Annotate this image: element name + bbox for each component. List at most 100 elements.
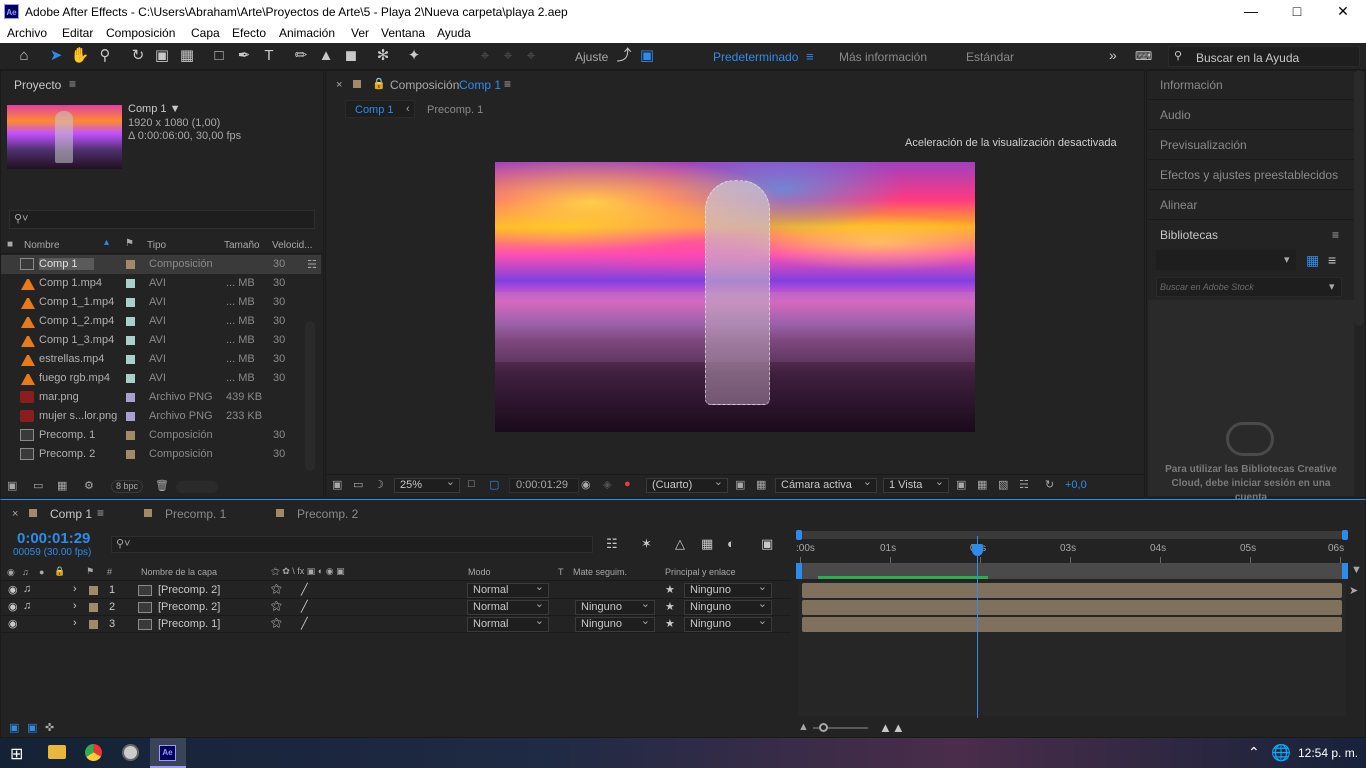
- label-column-icon[interactable]: ⚑: [86, 566, 94, 577]
- eye-icon[interactable]: ◉: [8, 583, 18, 596]
- chevron-up-icon[interactable]: ⌃: [1248, 744, 1260, 761]
- parent-pickwhip-icon[interactable]: ★: [665, 600, 675, 613]
- project-item[interactable]: Comp 1 Composición 30: [1, 255, 321, 274]
- info-panel[interactable]: Información: [1148, 70, 1354, 100]
- align-panel[interactable]: Alinear: [1148, 190, 1354, 220]
- rotate-tool-icon[interactable]: ↻: [128, 47, 148, 65]
- work-area-start[interactable]: [796, 530, 802, 540]
- blend-mode-dropdown[interactable]: Normal: [467, 598, 549, 615]
- views-dropdown[interactable]: 1 Vista: [883, 476, 949, 493]
- frame-blending-icon[interactable]: ▦: [701, 536, 713, 552]
- camera-dropdown[interactable]: Cámara activa: [775, 476, 877, 493]
- layer-label-swatch[interactable]: [89, 586, 98, 595]
- menu-archivo[interactable]: Archivo: [7, 26, 47, 40]
- label-color-swatch[interactable]: [126, 450, 135, 459]
- flowchart-icon[interactable]: ☵: [307, 258, 317, 271]
- composition-menu-icon[interactable]: ≡: [504, 77, 511, 91]
- selection-tool-icon[interactable]: ➤: [46, 47, 66, 65]
- layer-row[interactable]: ◉ ♫ › 1 [Precomp. 2] ⚝ ╱ Normal ★ Ninguno: [1, 581, 791, 599]
- project-item[interactable]: estrellas.mp4 AVI ... MB 30: [1, 350, 321, 369]
- project-item[interactable]: Precomp. 1 Composición 30: [1, 426, 321, 445]
- composition-name[interactable]: Comp 1: [459, 78, 501, 92]
- work-area-bar[interactable]: [796, 530, 1348, 540]
- project-item[interactable]: Comp 1.mp4 AVI ... MB 30: [1, 274, 321, 293]
- project-settings-icon[interactable]: ⚙: [84, 479, 94, 492]
- video-switch-icon[interactable]: ◉: [7, 567, 15, 578]
- layer-duration-bar[interactable]: [802, 600, 1342, 615]
- col-nombre[interactable]: Nombre: [24, 240, 60, 251]
- label-color-swatch[interactable]: [126, 412, 135, 421]
- zoom-out-icon[interactable]: ▲: [798, 721, 809, 733]
- sort-ascending-icon[interactable]: ▴: [104, 237, 109, 248]
- project-item[interactable]: Comp 1_2.mp4 AVI ... MB 30: [1, 312, 321, 331]
- monitor-icon[interactable]: ▭: [353, 478, 363, 491]
- local-axis-icon[interactable]: ⌖: [475, 47, 495, 65]
- hand-tool-icon[interactable]: ✋: [70, 47, 90, 65]
- project-scrollbar[interactable]: [305, 321, 315, 471]
- tab-precomp-1[interactable]: Precomp. 1: [427, 104, 483, 116]
- eye-icon[interactable]: ◉: [8, 600, 18, 613]
- home-icon[interactable]: ⌂: [14, 47, 34, 65]
- motion-blur-icon[interactable]: ◐: [727, 536, 735, 551]
- col-tipo[interactable]: Tipo: [147, 240, 166, 251]
- workspace-menu-icon[interactable]: ≡: [806, 49, 814, 64]
- composition-panel-title[interactable]: Composición: [390, 78, 459, 92]
- system-clock[interactable]: 12:54 p. m.: [1298, 746, 1358, 760]
- close-panel-icon[interactable]: ×: [336, 79, 342, 91]
- label-color-swatch[interactable]: [126, 260, 135, 269]
- label-color-swatch[interactable]: [126, 431, 135, 440]
- lock-icon[interactable]: 🔒: [372, 77, 386, 90]
- menu-editar[interactable]: Editar: [62, 26, 93, 40]
- roto-brush-tool-icon[interactable]: ✻: [373, 47, 393, 65]
- mode-header[interactable]: Modo: [468, 567, 491, 577]
- layer-duration-bar[interactable]: [802, 617, 1342, 632]
- type-tool-icon[interactable]: T: [259, 47, 279, 65]
- close-timeline-icon[interactable]: ×: [12, 508, 18, 520]
- library-select[interactable]: ▾: [1156, 250, 1296, 270]
- more-workspaces-icon[interactable]: »: [1109, 47, 1117, 63]
- maximize-button[interactable]: □: [1274, 0, 1320, 23]
- menu-ventana[interactable]: Ventana: [381, 26, 425, 40]
- composition-mini-flowchart-icon[interactable]: ☷: [606, 536, 618, 552]
- parent-header[interactable]: Principal y enlace: [665, 567, 736, 577]
- snap-features-icon[interactable]: ▣: [637, 47, 657, 65]
- show-snapshot-icon[interactable]: ◈: [603, 478, 611, 491]
- label-color-swatch[interactable]: [126, 374, 135, 383]
- region-of-interest-icon[interactable]: □: [468, 478, 475, 490]
- new-composition-icon[interactable]: ▦: [57, 479, 67, 492]
- transparency-toggle-icon[interactable]: ▦: [756, 478, 766, 491]
- layer-label-swatch[interactable]: [89, 620, 98, 629]
- effects-presets-panel[interactable]: Efectos y ajustes preestablecidos: [1148, 160, 1354, 190]
- selected-item-name[interactable]: Comp 1 ▼: [128, 103, 180, 115]
- col-tamano[interactable]: Tamaño: [224, 240, 260, 251]
- menu-ayuda[interactable]: Ayuda: [437, 26, 471, 40]
- snapshot-icon[interactable]: ◉: [581, 478, 591, 491]
- layer-row[interactable]: ◉ ♫ › 2 [Precomp. 2] ⚝ ╱ Normal Ninguno ★ Ninguno: [1, 598, 791, 616]
- puppet-pin-tool-icon[interactable]: ✦: [404, 47, 424, 65]
- label-color-swatch[interactable]: [126, 279, 135, 288]
- parent-pickwhip-icon[interactable]: ★: [665, 583, 675, 596]
- zoom-tool-icon[interactable]: ⚲: [95, 47, 115, 65]
- graph-editor-icon[interactable]: ▣: [761, 536, 773, 552]
- quality-switch-icon[interactable]: ╱: [301, 617, 308, 630]
- grid-view-icon[interactable]: ▦: [1306, 252, 1319, 269]
- new-folder-icon[interactable]: ▭: [33, 479, 43, 492]
- parent-dropdown[interactable]: Ninguno: [684, 615, 772, 632]
- menu-ver[interactable]: Ver: [351, 26, 369, 40]
- in-out-toggle-icon[interactable]: ✜: [45, 721, 54, 734]
- comp-button-icon[interactable]: ➤: [1349, 584, 1358, 597]
- menu-composicion[interactable]: Composición: [106, 26, 175, 40]
- libraries-panel[interactable]: Bibliotecas: [1148, 220, 1354, 250]
- quality-switch-icon[interactable]: ╱: [301, 600, 308, 613]
- shy-layers-icon[interactable]: △: [675, 536, 685, 552]
- help-search-box[interactable]: ⚲ Buscar en la Ayuda: [1168, 46, 1360, 67]
- layer-name-header[interactable]: Nombre de la capa: [141, 567, 217, 577]
- minimize-button[interactable]: —: [1228, 0, 1274, 23]
- right-panel-scrollbar[interactable]: [1354, 70, 1364, 326]
- taskbar-after-effects[interactable]: Ae: [150, 738, 186, 768]
- timeline-icon[interactable]: ▦: [977, 478, 987, 491]
- track-matte-header[interactable]: Mate seguim.: [573, 567, 627, 577]
- track-matte-dropdown[interactable]: Ninguno: [575, 598, 655, 615]
- label-color-swatch[interactable]: [126, 336, 135, 345]
- preview-panel[interactable]: Previsualización: [1148, 130, 1354, 160]
